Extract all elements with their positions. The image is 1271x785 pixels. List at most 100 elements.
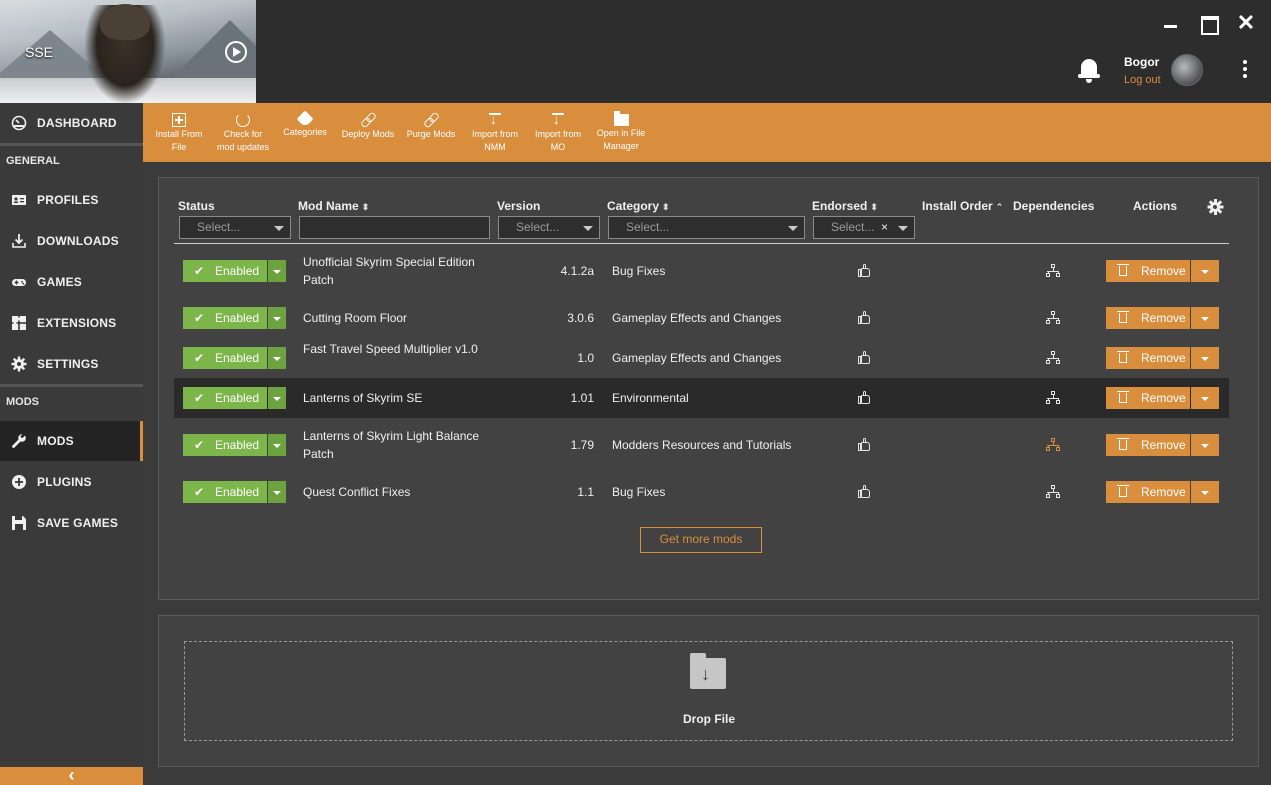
dependencies-icon[interactable] — [1046, 438, 1060, 452]
header-mod-name[interactable]: Mod Name ⬍ — [298, 199, 369, 213]
trash-icon — [1117, 351, 1129, 363]
clear-icon[interactable]: × — [881, 217, 888, 238]
status-dropdown-button[interactable] — [268, 260, 286, 282]
mod-category: Bug Fixes — [612, 264, 666, 278]
table-row[interactable]: ✔ Enabled Quest Conflict Fixes 1.1 Bug Fixes… — [174, 472, 1229, 512]
status-enabled-button[interactable]: ✔ Enabled — [183, 387, 267, 409]
endorse-thumbs-up-icon[interactable] — [858, 438, 871, 451]
header-install-order[interactable]: Install Order ⌃ — [922, 199, 1003, 213]
drop-file-label: Drop File — [683, 712, 736, 726]
remove-button[interactable]: Remove — [1106, 347, 1190, 369]
header-category[interactable]: Category ⬍ — [607, 199, 670, 213]
actions-dropdown-button[interactable] — [1191, 481, 1219, 503]
dependencies-icon[interactable] — [1046, 311, 1060, 325]
category-filter-select[interactable]: Select... — [608, 216, 805, 239]
dependencies-icon[interactable] — [1046, 485, 1060, 499]
remove-label: Remove — [1141, 485, 1186, 499]
dependencies-icon[interactable] — [1046, 391, 1060, 405]
import-nmm-button[interactable]: Import from NMM — [467, 103, 523, 162]
status-dropdown-button[interactable] — [268, 434, 286, 456]
status-enabled-button[interactable]: ✔ Enabled — [183, 347, 267, 369]
remove-button[interactable]: Remove — [1106, 387, 1190, 409]
actions-dropdown-button[interactable] — [1191, 260, 1219, 282]
table-row[interactable]: ✔ Enabled Lanterns of Skyrim Light Balance… — [174, 425, 1229, 465]
categories-button[interactable]: Categories — [281, 103, 329, 162]
status-enabled-button[interactable]: ✔ Enabled — [183, 481, 267, 503]
sort-icon: ⬍ — [361, 202, 370, 212]
deploy-mods-button[interactable]: Deploy Mods — [339, 103, 397, 162]
table-row[interactable]: ✔ Enabled Fast Travel Speed Multiplier v1.… — [174, 338, 1229, 378]
remove-button[interactable]: Remove — [1106, 260, 1190, 282]
endorse-thumbs-up-icon[interactable] — [858, 351, 871, 364]
sidebar-item-games[interactable]: GAMES — [0, 262, 143, 302]
mod-version: 1.79 — [570, 438, 594, 452]
remove-label: Remove — [1141, 391, 1186, 405]
game-banner[interactable]: SSE — [0, 0, 256, 103]
sidebar-item-extensions[interactable]: EXTENSIONS — [0, 303, 143, 343]
close-button[interactable]: ✕ — [1235, 12, 1257, 34]
actions-dropdown-button[interactable] — [1191, 307, 1219, 329]
status-dropdown-button[interactable] — [268, 307, 286, 329]
check-updates-button[interactable]: Check for mod updates — [213, 103, 273, 162]
minimize-button[interactable] — [1159, 12, 1181, 34]
plus-square-icon — [172, 113, 186, 127]
chevron-down-icon — [583, 226, 593, 231]
sidebar-item-profiles[interactable]: PROFILES — [0, 180, 143, 220]
header-endorsed[interactable]: Endorsed ⬍ — [812, 199, 878, 213]
filter-value: Select... — [831, 220, 875, 234]
actions-dropdown-button[interactable] — [1191, 434, 1219, 456]
mod-version: 1.1 — [577, 485, 594, 499]
get-more-mods-button[interactable]: Get more mods — [640, 527, 762, 553]
sidebar-item-save-games[interactable]: SAVE GAMES — [0, 503, 143, 543]
endorse-thumbs-up-icon[interactable] — [858, 391, 871, 404]
sidebar-collapse-button[interactable]: ‹ — [0, 766, 143, 785]
filter-placeholder: Select... — [626, 220, 670, 234]
sidebar-item-label: MODS — [37, 434, 74, 448]
chevron-down-icon — [274, 226, 284, 231]
avatar[interactable] — [1171, 54, 1203, 86]
dependencies-icon[interactable] — [1046, 351, 1060, 365]
purge-mods-button[interactable]: Purge Mods — [404, 103, 458, 162]
remove-button[interactable]: Remove — [1106, 434, 1190, 456]
import-mo-button[interactable]: Import from MO — [530, 103, 586, 162]
sidebar-item-plugins[interactable]: PLUGINS — [0, 462, 143, 502]
status-enabled-button[interactable]: ✔ Enabled — [183, 307, 267, 329]
open-file-manager-button[interactable]: Open in File Manager — [593, 103, 649, 162]
header-label: Category — [607, 199, 660, 213]
table-row[interactable]: ✔ Enabled Cutting Room Floor 3.0.6 Gameplay … — [174, 298, 1229, 338]
remove-button[interactable]: Remove — [1106, 481, 1190, 503]
status-dropdown-button[interactable] — [268, 481, 286, 503]
actions-dropdown-button[interactable] — [1191, 387, 1219, 409]
table-row[interactable]: ✔ Enabled Unofficial Skyrim Special Editio… — [174, 251, 1229, 291]
actions-dropdown-button[interactable] — [1191, 347, 1219, 369]
table-settings-gear-icon[interactable] — [1207, 199, 1223, 215]
endorse-thumbs-up-icon[interactable] — [858, 311, 871, 324]
id-card-icon — [11, 192, 27, 208]
play-icon[interactable] — [225, 41, 247, 63]
status-dropdown-button[interactable] — [268, 347, 286, 369]
remove-button[interactable]: Remove — [1106, 307, 1190, 329]
plus-circle-icon — [11, 474, 27, 490]
bell-icon[interactable] — [1077, 57, 1101, 83]
endorse-thumbs-up-icon[interactable] — [858, 264, 871, 277]
status-filter-select[interactable]: Select... — [179, 216, 291, 239]
more-menu-icon[interactable] — [1239, 58, 1251, 82]
header-status[interactable]: Status — [178, 199, 215, 213]
dependencies-icon[interactable] — [1046, 264, 1060, 278]
table-row[interactable]: ✔ Enabled Lanterns of Skyrim SE 1.01 Environ… — [174, 378, 1229, 418]
status-dropdown-button[interactable] — [268, 387, 286, 409]
install-from-file-button[interactable]: Install From File — [151, 103, 207, 162]
version-filter-select[interactable]: Select... — [498, 216, 600, 239]
endorse-thumbs-up-icon[interactable] — [858, 485, 871, 498]
header-version[interactable]: Version — [497, 199, 540, 213]
mod-name-filter-input[interactable] — [299, 216, 490, 239]
sidebar-item-settings[interactable]: SETTINGS — [0, 344, 143, 384]
sidebar-item-downloads[interactable]: DOWNLOADS — [0, 221, 143, 261]
sidebar-item-dashboard[interactable]: DASHBOARD — [0, 103, 143, 143]
logout-link[interactable]: Log out — [1124, 74, 1161, 86]
status-enabled-button[interactable]: ✔ Enabled — [183, 260, 267, 282]
endorsed-filter-select[interactable]: Select... × — [813, 216, 915, 239]
maximize-button[interactable] — [1197, 12, 1219, 35]
sidebar-item-mods[interactable]: MODS — [0, 421, 143, 461]
status-enabled-button[interactable]: ✔ Enabled — [183, 434, 267, 456]
